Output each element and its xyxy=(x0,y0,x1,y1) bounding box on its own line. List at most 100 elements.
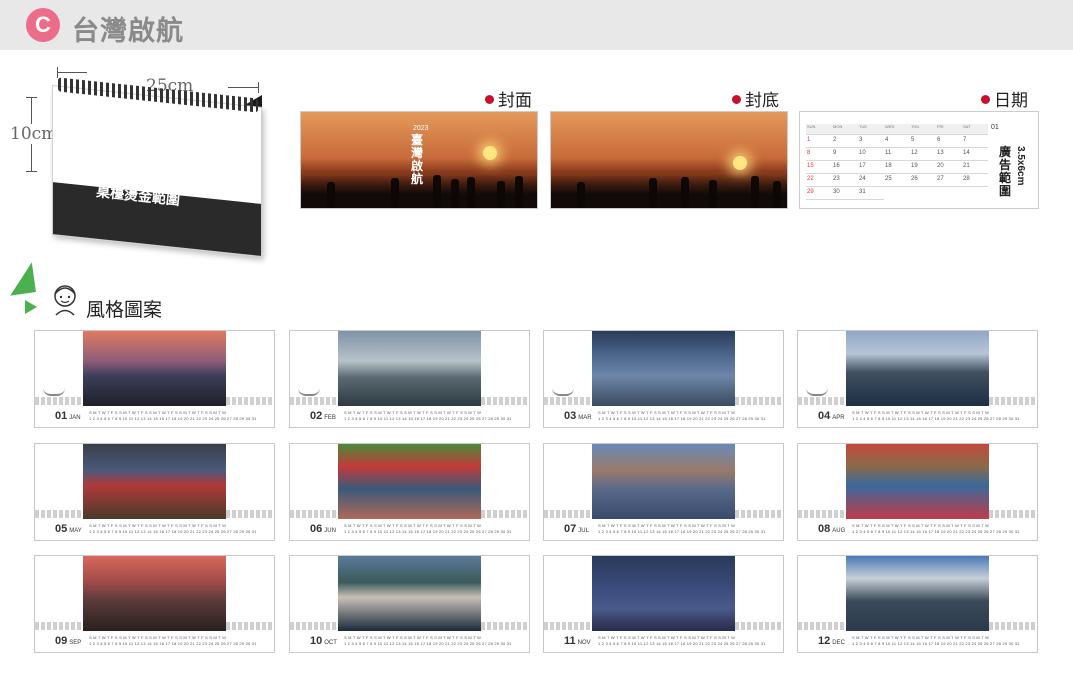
girl-face-icon xyxy=(54,285,76,316)
month-photo xyxy=(338,556,481,631)
height-dimension-label: 10cm xyxy=(10,124,58,144)
wave-pattern xyxy=(989,622,1037,630)
wave-pattern xyxy=(35,397,83,405)
month-photo xyxy=(592,556,735,631)
date-cell: 3 xyxy=(858,137,884,148)
calendar-strip: S M T W T F S S M T W T F S S M T W T F … xyxy=(89,523,257,534)
figure xyxy=(497,181,505,208)
date-cell: 15 xyxy=(806,163,832,174)
wave-pattern xyxy=(290,397,338,405)
boat-icon xyxy=(43,388,65,396)
weekday-header: THU xyxy=(910,124,936,135)
wave-pattern xyxy=(481,622,529,630)
month-card: 01 JAN S M T W T F S S M T W T F S S M T … xyxy=(34,330,275,428)
wave-pattern xyxy=(290,622,338,630)
green-arrow-icon xyxy=(25,300,37,314)
month-label: 05 MAY xyxy=(55,523,82,535)
cover-panel-title: 封面 xyxy=(485,86,532,111)
date-cell: 2 xyxy=(832,137,858,148)
month-label: 07 JUL xyxy=(564,523,589,535)
month-label: 02 FEB xyxy=(310,410,336,422)
date-cell: 16 xyxy=(832,163,858,174)
date-cell: 23 xyxy=(832,176,858,187)
back-panel-title: 封底 xyxy=(732,86,779,111)
red-dot-icon xyxy=(732,95,741,104)
calendar-strip: S M T W T F S S M T W T F S S M T W T F … xyxy=(89,635,257,646)
date-cell: 14 xyxy=(962,150,988,161)
weekday-header: TUE xyxy=(858,124,884,135)
desk-calendar-face xyxy=(52,84,262,258)
date-cell: 29 xyxy=(806,189,832,200)
date-cell: 11 xyxy=(884,150,910,161)
wave-pattern xyxy=(226,510,274,518)
figure xyxy=(751,176,759,208)
month-photo xyxy=(592,444,735,519)
month-card: 12 DEC S M T W T F S S M T W T F S S M T … xyxy=(797,555,1038,653)
red-dot-icon xyxy=(485,95,494,104)
wave-pattern xyxy=(481,510,529,518)
date-cell: 27 xyxy=(936,176,962,187)
month-card: 05 MAY S M T W T F S S M T W T F S S M T … xyxy=(34,443,275,541)
red-dot-icon xyxy=(981,95,990,104)
cover-label: 封面 xyxy=(498,91,532,111)
green-triangle-icon xyxy=(6,262,36,296)
month-card: 11 NOV S M T W T F S S M T W T F S S M T … xyxy=(543,555,784,653)
section-title: 風格圖案 xyxy=(86,299,163,321)
calendar-strip: S M T W T F S S M T W T F S S M T W T F … xyxy=(852,635,1020,646)
month-card: 06 JUN S M T W T F S S M T W T F S S M T … xyxy=(289,443,530,541)
calendar-strip: S M T W T F S S M T W T F S S M T W T F … xyxy=(344,410,512,421)
calendar-strip: S M T W T F S S M T W T F S S M T W T F … xyxy=(89,410,257,421)
date-cell: 13 xyxy=(936,150,962,161)
month-photo xyxy=(846,556,989,631)
month-card: 03 MAR S M T W T F S S M T W T F S S M T … xyxy=(543,330,784,428)
date-cell: 28 xyxy=(962,176,988,187)
weekday-header: SAT xyxy=(962,124,988,135)
date-cell: 5 xyxy=(910,137,936,148)
date-label: 日期 xyxy=(994,91,1028,111)
month-card: 02 FEB S M T W T F S S M T W T F S S M T … xyxy=(289,330,530,428)
figure xyxy=(451,179,459,208)
month-label: 06 JUN xyxy=(310,523,336,535)
date-panel-title: 日期 xyxy=(981,86,1028,111)
date-cell: 19 xyxy=(910,163,936,174)
wave-pattern xyxy=(798,397,846,405)
boat-icon xyxy=(298,388,320,396)
wave-pattern xyxy=(735,510,783,518)
figure xyxy=(681,177,689,208)
weekday-header: WED xyxy=(884,124,910,135)
page-title: 台灣啟航 xyxy=(72,16,184,47)
ad-size-label: 3.5x6cm xyxy=(1015,146,1026,186)
weekday-header: SUN xyxy=(806,124,832,135)
wave-pattern xyxy=(290,510,338,518)
figure xyxy=(467,177,475,208)
date-page-preview: SUN MON TUE WED THU FRI SAT 1 2 3 4 5 6 7 8 9 10 11 12 13 14… xyxy=(799,111,1039,209)
wave-pattern xyxy=(35,622,83,630)
wave-pattern xyxy=(735,397,783,405)
wave-pattern xyxy=(35,510,83,518)
month-photo xyxy=(83,556,226,631)
boat-icon xyxy=(552,388,574,396)
figure xyxy=(577,182,585,208)
figure xyxy=(391,178,399,208)
date-cell: 9 xyxy=(832,150,858,161)
wave-pattern xyxy=(989,397,1037,405)
date-cell: 10 xyxy=(858,150,884,161)
figure xyxy=(327,182,335,208)
date-cell: 24 xyxy=(858,176,884,187)
dim-tick-left xyxy=(57,67,58,78)
month-label: 12 DEC xyxy=(818,635,845,647)
month-photo xyxy=(846,444,989,519)
date-cell: 30 xyxy=(832,189,858,200)
height-dim-tick-top xyxy=(26,97,37,98)
wave-pattern xyxy=(226,397,274,405)
month-label: 11 NOV xyxy=(564,635,591,647)
figure xyxy=(649,178,657,208)
date-grid: SUN MON TUE WED THU FRI SAT 1 2 3 4 5 6 7 8 9 10 11 12 13 14… xyxy=(806,124,988,204)
date-cell: 25 xyxy=(884,176,910,187)
wave-pattern xyxy=(226,622,274,630)
back-preview-image xyxy=(550,111,788,209)
weekday-header: FRI xyxy=(936,124,962,135)
ad-area-label: 廣告範圍 xyxy=(999,145,1012,198)
month-card: 10 OCT S M T W T F S S M T W T F S S M T … xyxy=(289,555,530,653)
date-cell: 6 xyxy=(936,137,962,148)
